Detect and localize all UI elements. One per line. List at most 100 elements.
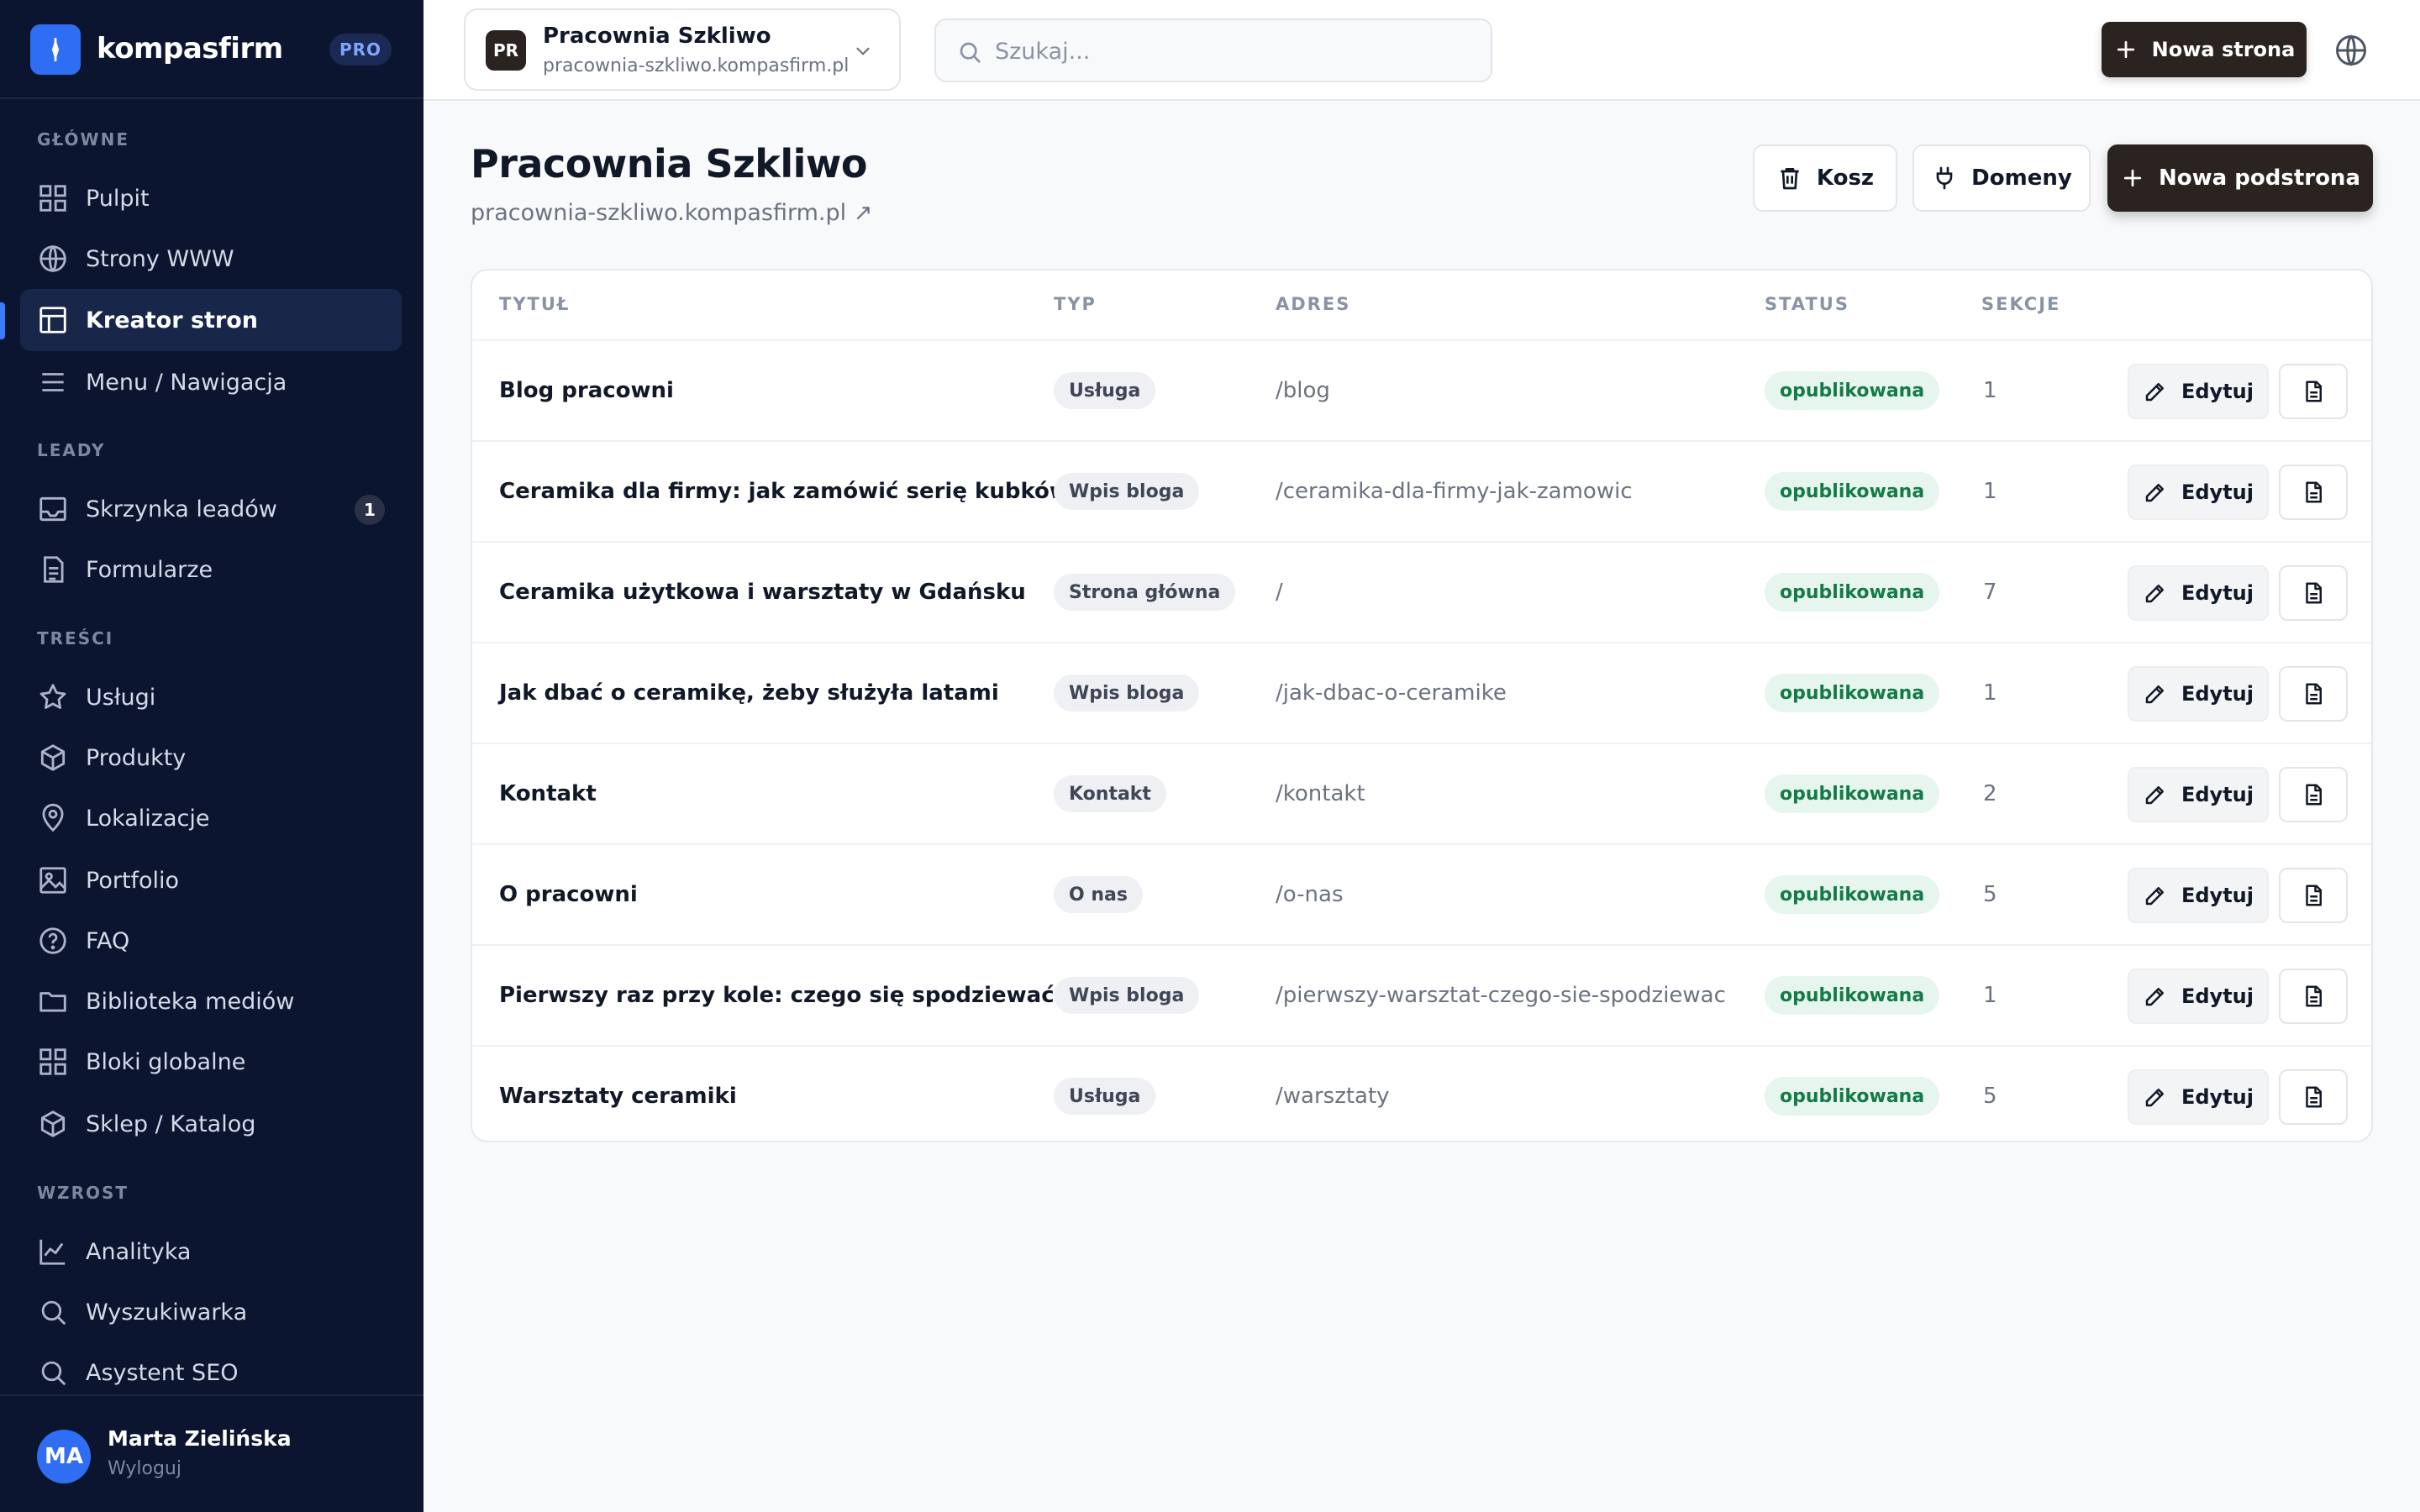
page-title-cell[interactable]: Ceramika użytkowa i warsztaty w Gdańsku [499,580,1026,605]
page-address-cell: /blog [1276,378,1330,403]
box-icon [37,742,69,774]
sidebar-item-label: Biblioteka mediów [86,989,295,1015]
document-button[interactable] [2279,969,2348,1024]
document-icon [2301,984,2326,1009]
nav-section-leady: LEADY [37,440,106,460]
layout-icon [37,304,69,336]
active-indicator [0,302,5,339]
page-title-cell[interactable]: Blog pracowni [499,378,674,403]
table-row: O pracowni O nas /o-nas opublikowana 5 E… [472,843,2371,944]
plug-icon [1931,165,1958,192]
sections-count: 5 [1983,1084,1997,1109]
sidebar-item-lokalizacje[interactable]: Lokalizacje [20,787,402,849]
page-address-cell: /warsztaty [1276,1084,1390,1109]
domains-button[interactable]: Domeny [1912,144,2091,212]
sidebar-item-menu-nawigacja[interactable]: Menu / Nawigacja [20,351,402,413]
page-address-cell: / [1276,580,1283,605]
compass-logo-icon[interactable] [30,24,81,75]
leads-count-badge: 1 [355,495,385,525]
edit-button[interactable]: Edytuj [2128,767,2269,822]
sidebar-item-label: Lokalizacje [86,806,210,832]
sidebar-item-uslugi[interactable]: Usługi [20,666,402,728]
table-row: Blog pracowni Usługa /blog opublikowana … [472,339,2371,440]
sidebar-item-sklep-katalog[interactable]: Sklep / Katalog [20,1093,402,1155]
column-header-sections[interactable]: SEKCJE [1981,294,2060,314]
status-badge: opublikowana [1765,674,1940,712]
sidebar-item-label: Portfolio [86,868,180,894]
edit-button[interactable]: Edytuj [2128,969,2269,1024]
document-button[interactable] [2279,767,2348,822]
column-header-title[interactable]: TYTUŁ [499,294,570,314]
trash-button[interactable]: Kosz [1753,144,1897,212]
new-subpage-button[interactable]: Nowa podstrona [2107,144,2373,212]
edit-button[interactable]: Edytuj [2128,1069,2269,1125]
avatar[interactable]: MA [37,1430,91,1483]
table-row: Warsztaty ceramiki Usługa /warsztaty opu… [472,1045,2371,1141]
edit-button[interactable]: Edytuj [2128,868,2269,923]
site-url-link[interactable]: pracownia-szkliwo.kompasfirm.pl ↗ [471,200,872,226]
brand-name[interactable]: kompasfirm [97,32,283,66]
globe-icon[interactable] [2333,32,2370,69]
sidebar-item-label: Formularze [86,557,213,583]
search-input[interactable] [995,34,1465,69]
status-badge: opublikowana [1765,774,1940,813]
grid-icon [37,182,69,214]
sidebar-item-portfolio[interactable]: Portfolio [20,849,402,911]
plus-icon [2120,165,2145,191]
status-badge: opublikowana [1765,976,1940,1015]
document-button[interactable] [2279,868,2348,923]
sidebar-item-skrzynka-leadow[interactable]: Skrzynka leadów 1 [20,478,402,540]
edit-button[interactable]: Edytuj [2128,666,2269,722]
page-title-cell[interactable]: Ceramika dla firmy: jak zamówić serię ku… [499,479,1070,504]
sidebar-item-kreator-stron[interactable]: Kreator stron [20,289,402,351]
document-button[interactable] [2279,565,2348,621]
column-header-status[interactable]: STATUS [1765,294,1849,314]
logout-link[interactable]: Wyloguj [108,1458,182,1479]
pencil-icon [2143,883,2168,908]
sidebar-item-label: Strony WWW [86,246,234,272]
sidebar-item-label: Skrzynka leadów [86,496,277,522]
document-button[interactable] [2279,465,2348,520]
new-site-button[interactable]: Nowa strona [2102,22,2307,77]
sidebar-item-label: Sklep / Katalog [86,1111,256,1137]
document-button[interactable] [2279,666,2348,722]
status-badge: opublikowana [1765,371,1940,410]
page-address-cell: /ceramika-dla-firmy-jak-zamowic [1276,479,1633,504]
edit-button[interactable]: Edytuj [2128,565,2269,621]
document-icon [2301,883,2326,908]
sidebar-item-strony-www[interactable]: Strony WWW [20,228,402,290]
sidebar-item-produkty[interactable]: Produkty [20,727,402,789]
image-icon [37,864,69,896]
sidebar-item-analityka[interactable]: Analityka [20,1221,402,1283]
sidebar-item-pulpit[interactable]: Pulpit [20,167,402,229]
site-switcher[interactable]: PR Pracownia Szkliwo pracownia-szkliwo.k… [464,8,901,91]
sections-count: 5 [1983,882,1997,907]
column-header-address[interactable]: ADRES [1276,294,1350,314]
status-badge: opublikowana [1765,875,1940,914]
column-header-type[interactable]: TYP [1054,294,1097,314]
site-avatar: PR [486,30,526,71]
pencil-icon [2143,480,2168,505]
pencil-icon [2143,1084,2168,1110]
star-icon [37,681,69,713]
document-button[interactable] [2279,364,2348,419]
sidebar-item-wyszukiwarka[interactable]: Wyszukiwarka [20,1281,402,1343]
page-title-cell[interactable]: Kontakt [499,781,597,806]
page-address-cell: /pierwszy-warsztat-czego-sie-spodziewac [1276,983,1726,1008]
trash-icon [1776,165,1803,192]
sections-count: 7 [1983,580,1997,605]
grid-icon [37,1046,69,1078]
page-title-cell[interactable]: O pracowni [499,882,638,907]
sidebar-item-label: Asystent SEO [86,1360,239,1386]
page-title-cell[interactable]: Pierwszy raz przy kole: czego się spodzi… [499,983,1055,1008]
sidebar-item-bloki-globalne[interactable]: Bloki globalne [20,1031,402,1093]
page-title-cell[interactable]: Jak dbać o ceramikę, żeby służyła latami [499,680,999,706]
page-title-cell[interactable]: Warsztaty ceramiki [499,1084,737,1109]
sidebar-item-formularze[interactable]: Formularze [20,538,402,601]
edit-button[interactable]: Edytuj [2128,465,2269,520]
new-subpage-label: Nowa podstrona [2159,165,2360,191]
edit-button[interactable]: Edytuj [2128,364,2269,419]
document-button[interactable] [2279,1069,2348,1125]
sidebar-item-biblioteka-mediow[interactable]: Biblioteka mediów [20,970,402,1032]
sidebar-item-faq[interactable]: FAQ [20,910,402,972]
